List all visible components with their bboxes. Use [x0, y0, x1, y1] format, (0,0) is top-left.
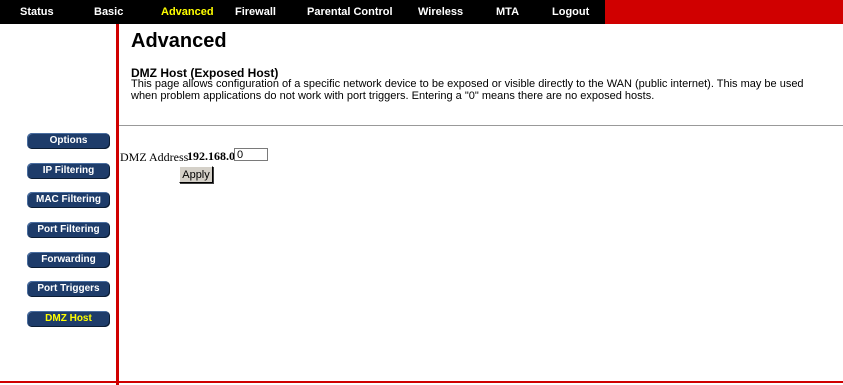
dmz-address-label: DMZ Address [120, 150, 189, 164]
nav-wireless[interactable]: Wireless [418, 4, 463, 20]
nav-advanced[interactable]: Advanced [161, 4, 214, 20]
nav-parental-control[interactable]: Parental Control [307, 4, 393, 20]
top-nav-bar: Status Basic Advanced Firewall Parental … [0, 0, 843, 24]
dmz-host-field[interactable] [234, 148, 268, 161]
apply-button[interactable]: Apply [179, 166, 213, 183]
sidebar-divider [116, 24, 119, 385]
sidebar-item-dmz-host[interactable]: DMZ Host [27, 311, 110, 327]
footer-divider [0, 381, 843, 383]
sidebar-item-options[interactable]: Options [27, 133, 110, 149]
sidebar-item-port-filtering[interactable]: Port Filtering [27, 222, 110, 238]
nav-accent-bar [605, 0, 843, 24]
nav-basic[interactable]: Basic [94, 4, 123, 20]
sidebar-item-ip-filtering[interactable]: IP Filtering [27, 163, 110, 179]
page-title: Advanced [131, 30, 227, 52]
sidebar-item-forwarding[interactable]: Forwarding [27, 252, 110, 268]
nav-status[interactable]: Status [20, 4, 54, 20]
sidebar-item-mac-filtering[interactable]: MAC Filtering [27, 192, 110, 208]
sidebar-item-port-triggers[interactable]: Port Triggers [27, 281, 110, 297]
page-description: This page allows configuration of a spec… [131, 78, 804, 102]
content-divider [119, 125, 843, 126]
nav-mta[interactable]: MTA [496, 4, 519, 20]
nav-firewall[interactable]: Firewall [235, 4, 276, 20]
nav-logout[interactable]: Logout [552, 4, 589, 20]
dmz-ip-prefix: 192.168.0. [187, 149, 238, 163]
